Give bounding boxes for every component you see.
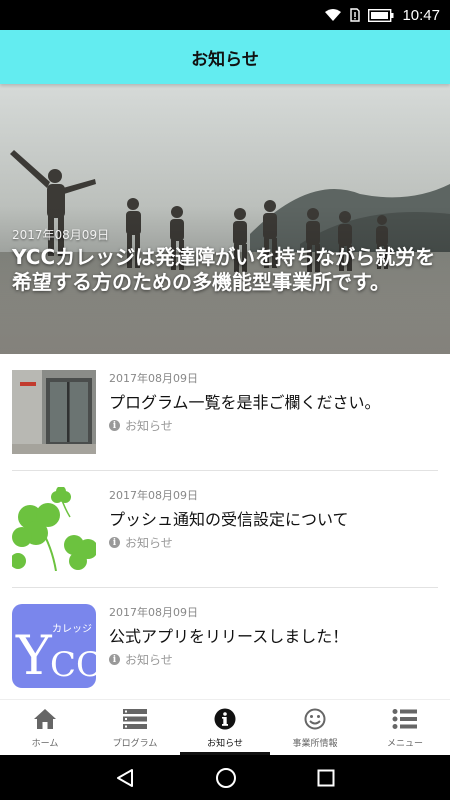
news-item-meta: 2017年08月09日 プログラム一覧を是非ご欄ください。 i お知らせ [109,370,440,434]
sim-alert-icon [350,8,361,22]
nav-home-label: ホーム [31,739,59,749]
system-nav-bar [0,755,450,800]
news-category-label: お知らせ [125,419,173,433]
news-category: i お知らせ [109,534,440,551]
nav-menu-label: メニュー [386,739,423,749]
battery-icon [368,8,394,22]
news-item-meta: 2017年08月09日 公式アプリをリリースしました！ i お知らせ [109,604,440,668]
home-circle-icon[interactable] [215,767,237,789]
news-title: プログラム一覧を是非ご欄ください。 [109,393,381,412]
news-title: プッシュ通知の受信設定について [109,510,349,529]
news-item[interactable]: 2017年08月09日 プログラム一覧を是非ご欄ください。 i お知らせ [0,354,450,471]
nav-office-info-label: 事業所情報 [292,739,338,749]
app-screen: 10:47 お知らせ 2017年08月09日 YCCカレッジは発達障がいを持ちな… [0,0,450,800]
wifi-icon [325,9,342,21]
nav-menu[interactable]: メニュー [360,700,450,755]
ycc-logo-subtext: カレッジ [52,623,92,635]
featured-post-text: 2017年08月09日 YCCカレッジは発達障がいを持ちながら就労を希望する方の… [12,226,440,295]
featured-post-date: 2017年08月09日 [12,228,110,242]
news-category-label: お知らせ [125,653,173,667]
news-item[interactable]: 2017年08月09日 プッシュ通知の受信設定について i お知らせ [0,471,450,588]
news-category: i お知らせ [109,651,440,668]
info-icon [214,708,236,730]
clover-thumbnail [12,487,96,571]
smiley-icon [304,708,326,730]
featured-post-title: YCCカレッジは発達障がいを持ちながら就労を希望する方のための多機能型事業所です… [12,245,436,294]
news-item[interactable]: Y CC カレッジ 2017年08月09日 公式アプリをリリースしました！ i … [0,588,450,705]
news-date: 2017年08月09日 [109,489,198,502]
nav-program[interactable]: プログラム [90,700,180,755]
news-title: 公式アプリをリリースしました！ [109,627,349,646]
ycc-logo-y: Y [15,624,53,687]
home-icon [34,709,56,729]
news-date: 2017年08月09日 [109,606,198,619]
news-category-label: お知らせ [125,536,173,550]
list-icon [123,709,147,729]
menu-icon [392,709,417,729]
ycc-logo-thumbnail: Y CC カレッジ [12,604,96,688]
featured-post[interactable]: 2017年08月09日 YCCカレッジは発達障がいを持ちながら就労を希望する方の… [0,84,450,354]
recents-icon[interactable] [317,769,335,787]
status-bar: 10:47 [0,0,450,30]
ycc-logo-cc: CC [50,645,96,685]
news-date: 2017年08月09日 [109,372,198,385]
app-header: お知らせ [0,30,450,84]
news-item-meta: 2017年08月09日 プッシュ通知の受信設定について i お知らせ [109,487,440,551]
bottom-nav: ホーム プログラム お知らせ 事業所情報 メニュー [0,699,450,755]
building-entrance-thumbnail [12,370,96,454]
back-icon[interactable] [115,768,135,788]
status-time: 10:47 [402,6,440,24]
beach-photo [0,84,450,354]
nav-home[interactable]: ホーム [0,700,90,755]
nav-news[interactable]: お知らせ [180,700,270,755]
info-icon: i [109,537,120,548]
page-title: お知らせ [191,49,259,70]
news-category: i お知らせ [109,417,440,434]
news-list: 2017年08月09日 プログラム一覧を是非ご欄ください。 i お知らせ 201… [0,354,450,705]
info-icon: i [109,654,120,665]
nav-program-label: プログラム [112,739,158,749]
nav-news-label: お知らせ [207,739,243,749]
nav-office-info[interactable]: 事業所情報 [270,700,360,755]
info-icon: i [109,420,120,431]
